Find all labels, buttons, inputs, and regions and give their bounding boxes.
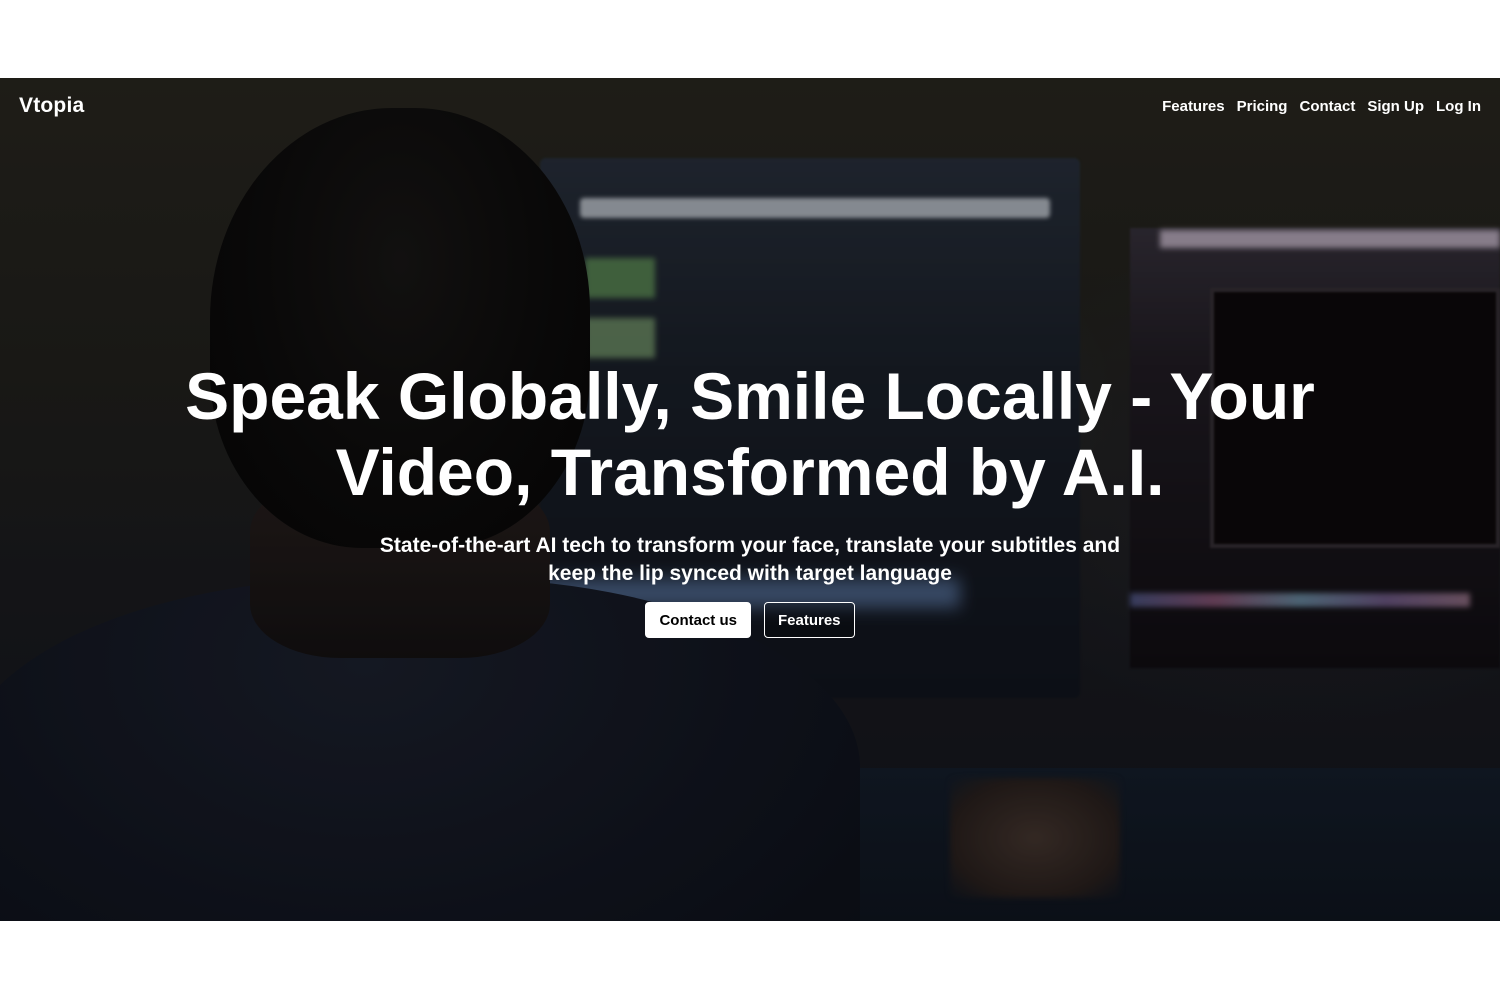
page: Vtopia Features Pricing Contact Sign Up …	[0, 0, 1500, 1000]
hero-headline: Speak Globally, Smile Locally - Your Vid…	[185, 359, 1315, 509]
hero-section: Vtopia Features Pricing Contact Sign Up …	[0, 78, 1500, 921]
top-navigation: Vtopia Features Pricing Contact Sign Up …	[0, 78, 1500, 134]
nav-link-log-in[interactable]: Log In	[1436, 98, 1481, 115]
hero-content: Speak Globally, Smile Locally - Your Vid…	[0, 358, 1500, 638]
nav-link-contact[interactable]: Contact	[1299, 98, 1355, 115]
nav-links: Features Pricing Contact Sign Up Log In	[1162, 98, 1481, 115]
logo[interactable]: Vtopia	[19, 94, 84, 118]
hero-buttons: Contact us Features	[0, 602, 1500, 638]
nav-link-features[interactable]: Features	[1162, 98, 1225, 115]
nav-link-sign-up[interactable]: Sign Up	[1367, 98, 1424, 115]
contact-us-button[interactable]: Contact us	[645, 602, 751, 638]
hero-subheadline: State-of-the-art AI tech to transform yo…	[379, 534, 1121, 585]
nav-link-pricing[interactable]: Pricing	[1237, 98, 1288, 115]
features-button[interactable]: Features	[763, 602, 855, 638]
